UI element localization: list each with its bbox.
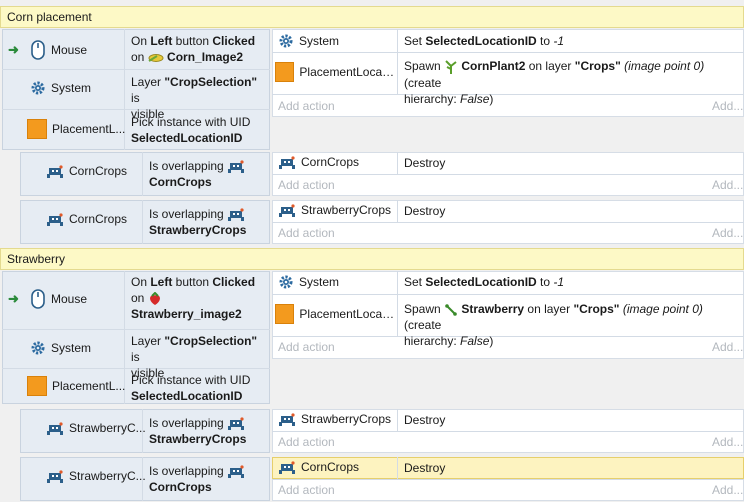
condition-mouse-clicked[interactable]: On Left button Clicked on Strawberry_ima… [131,274,266,322]
subevent-action-object[interactable]: CornCrops [278,155,359,170]
action-destroy[interactable]: Destroy [404,412,445,428]
crop-family-icon [227,416,245,430]
mouse-icon [30,40,46,60]
placement-sprite-icon [275,304,295,324]
group-header-corn-placement[interactable]: Corn placement [0,6,744,28]
condition-pick-by-uid[interactable]: Pick instance with UID SelectedLocationI… [131,114,266,146]
add-action-short-link[interactable]: Add... [712,99,743,113]
placement-sprite-icon [27,119,47,139]
mouse-icon [30,289,46,309]
gear-icon [30,80,46,96]
group-title: Strawberry [7,252,66,266]
subevent-condition-overlapping[interactable]: Is overlapping CornCrops [149,158,269,190]
action-object-placement[interactable]: PlacementLocati... [275,304,395,324]
action-object-system[interactable]: System [278,274,339,290]
action-destroy[interactable]: Destroy [404,203,445,219]
subevent-object-corncrops[interactable]: CornCrops [46,164,127,179]
crop-family-icon [46,421,64,436]
crop-family-icon [278,412,296,427]
action-spawn[interactable]: Spawn Strawberry on layer "Crops" (image… [404,301,742,349]
action-destroy[interactable]: Destroy [404,155,445,171]
crop-family-icon [46,164,64,179]
add-action-short-link[interactable]: Add... [712,178,743,192]
crop-family-icon [278,155,296,170]
gear-icon [278,274,294,290]
crop-family-icon [227,159,245,173]
action-object-placement[interactable]: PlacementLocati... [275,62,395,82]
trigger-arrow-icon: ➜ [8,291,19,306]
crop-family-icon [278,203,296,218]
condition-pick-by-uid[interactable]: Pick instance with UID SelectedLocationI… [131,372,266,404]
crop-family-icon [46,469,64,484]
action-spawn[interactable]: Spawn CornPlant2 on layer "Crops" (image… [404,58,742,107]
condition-object-placement[interactable]: PlacementL... [27,119,125,139]
action-object-system[interactable]: System [278,33,339,49]
condition-object-mouse[interactable]: Mouse [30,289,87,309]
action-set-variable[interactable]: Set SelectedLocationID to -1 [404,274,564,290]
condition-object-placement[interactable]: PlacementL... [27,376,125,396]
subevent-action-object[interactable]: StrawberryCrops [278,203,391,218]
condition-mouse-clicked[interactable]: On Left button Clicked on Corn_Image2 [131,33,266,65]
condition-object-system[interactable]: System [30,340,91,356]
group-header-strawberry[interactable]: Strawberry [0,248,744,270]
trigger-arrow-icon: ➜ [8,42,19,57]
condition-object-system[interactable]: System [30,80,91,96]
action-destroy[interactable]: Destroy [404,460,445,476]
crop-family-icon [46,212,64,227]
crop-family-icon [227,464,245,478]
action-set-variable[interactable]: Set SelectedLocationID to -1 [404,33,564,49]
subevent-object-corncrops[interactable]: CornCrops [46,212,127,227]
add-action-link[interactable]: Add action [278,435,335,449]
add-action-short-link[interactable]: Add... [712,435,743,449]
add-action-link[interactable]: Add action [278,226,335,240]
crop-family-icon [227,207,245,221]
add-action-short-link[interactable]: Add... [712,483,743,497]
add-action-short-link[interactable]: Add... [712,226,743,240]
group-title: Corn placement [7,10,92,24]
add-action-link[interactable]: Add action [278,99,335,113]
gear-icon [278,33,294,49]
crop-family-icon [278,460,296,475]
add-action-link[interactable]: Add action [278,340,335,354]
subevent-condition-overlapping[interactable]: Is overlapping StrawberryCrops [149,415,269,447]
placement-sprite-icon [275,62,295,82]
corn-plant-icon [444,59,458,74]
subevent-condition-overlapping[interactable]: Is overlapping StrawberryCrops [149,206,269,238]
add-action-link[interactable]: Add action [278,483,335,497]
corn-image-icon [148,50,164,64]
add-action-short-link[interactable]: Add... [712,340,743,354]
subevent-action-object[interactable]: CornCrops [278,460,359,475]
subevent-condition-overlapping[interactable]: Is overlapping CornCrops [149,463,269,495]
strawberry-plant-icon [444,302,458,316]
add-action-link[interactable]: Add action [278,178,335,192]
subevent-action-object[interactable]: StrawberryCrops [278,412,391,427]
gear-icon [30,340,46,356]
subevent-object-strawberrycrops[interactable]: StrawberryC... [46,469,146,484]
subevent-object-strawberrycrops[interactable]: StrawberryC... [46,421,146,436]
strawberry-icon [148,291,162,305]
placement-sprite-icon [27,376,47,396]
condition-object-mouse[interactable]: Mouse [30,40,87,60]
